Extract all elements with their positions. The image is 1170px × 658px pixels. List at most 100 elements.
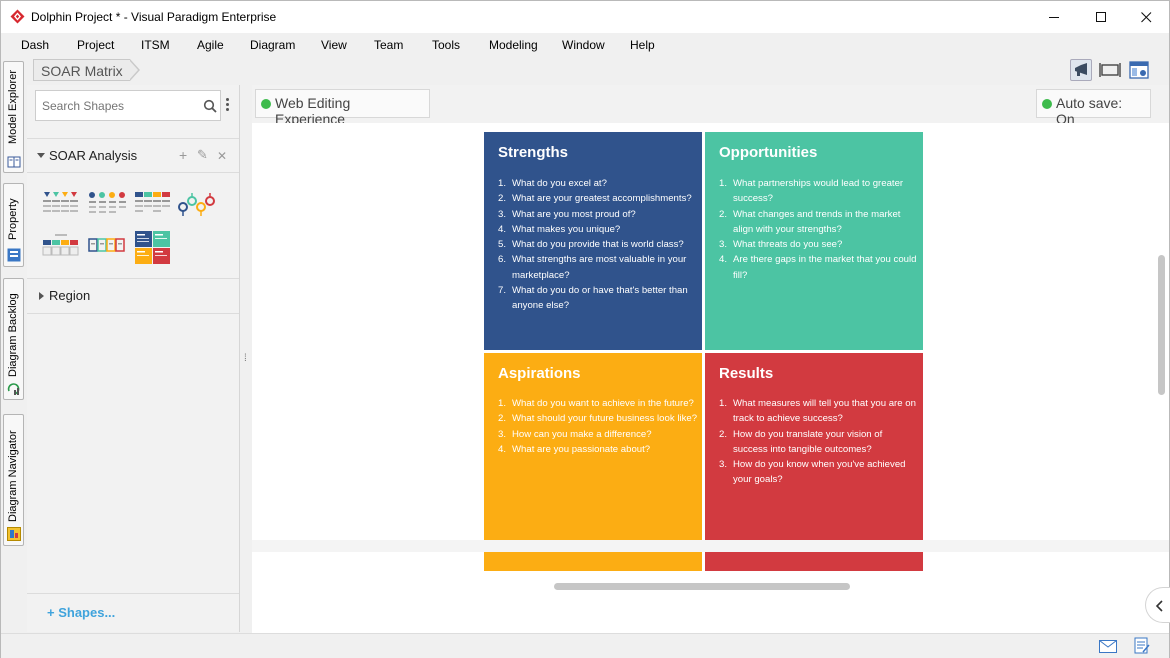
backlog-icon	[7, 383, 20, 395]
horizontal-scrollbar[interactable]	[554, 583, 850, 590]
menu-project[interactable]: Project	[77, 38, 114, 52]
remove-icon[interactable]: ✕	[217, 149, 227, 163]
list-item-text: Are there gaps in the market that you co…	[733, 254, 917, 281]
tab-model-explorer[interactable]: Model Explorer	[3, 61, 24, 173]
menu-agile[interactable]: Agile	[197, 38, 224, 52]
list-item-number: 2.	[719, 428, 728, 440]
list-item: 3. What are you most proud of?	[498, 207, 698, 222]
opportunities-title: Opportunities	[719, 144, 818, 161]
web-editing-tag[interactable]: Web Editing Experience	[255, 89, 430, 127]
diagram-toolbar	[1070, 59, 1160, 81]
menu-window[interactable]: Window	[562, 38, 605, 52]
list-item-text: What do you do or have that's better tha…	[512, 285, 688, 312]
strengths-quadrant[interactable]: Strengths 1. What do you excel at? 2. What …	[484, 132, 702, 350]
menu-team[interactable]: Team	[374, 38, 403, 52]
list-item-text: What threats do you see?	[733, 239, 843, 251]
menu-dash[interactable]: Dash	[21, 38, 49, 52]
title-bar: Dolphin Project * - Visual Paradigm Ente…	[1, 1, 1169, 33]
aspirations-quadrant[interactable]: Aspirations 1. What do you want to achiev…	[484, 353, 702, 571]
opportunities-quadrant[interactable]: Opportunities 1. What partnerships would …	[705, 132, 923, 350]
tab-diagram-backlog-label: Diagram Backlog	[7, 293, 19, 377]
chevron-right-icon[interactable]	[39, 292, 44, 300]
minimize-button[interactable]	[1031, 1, 1077, 33]
close-button[interactable]	[1123, 1, 1169, 33]
panel-layout-icon	[1129, 61, 1149, 79]
more-shapes-link[interactable]: + Shapes...	[47, 605, 115, 620]
menu-view[interactable]: View	[321, 38, 347, 52]
list-item-number: 7.	[498, 285, 507, 297]
soar-shape-2-icon[interactable]	[87, 189, 127, 219]
breadcrumb[interactable]: SOAR Matrix	[33, 59, 130, 81]
results-title: Results	[719, 365, 774, 382]
status-dot-icon	[261, 99, 271, 109]
panel-separator	[27, 313, 239, 314]
soar-shape-4-icon[interactable]	[177, 189, 217, 219]
navigator-icon	[7, 527, 21, 541]
list-item-number: 3.	[498, 428, 507, 440]
auto-save-tag[interactable]: Auto save: On	[1036, 89, 1151, 127]
list-item: 3. How can you make a difference?	[498, 427, 698, 442]
group-title: SOAR Analysis	[49, 148, 138, 163]
list-item: 4. What makes you unique?	[498, 222, 698, 237]
collapse-panel-button[interactable]	[1145, 587, 1170, 623]
aspirations-list: 1. What do you want to achieve in the fut…	[498, 396, 698, 457]
menu-diagram[interactable]: Diagram	[250, 38, 295, 52]
menu-tools[interactable]: Tools	[432, 38, 460, 52]
vertical-scrollbar[interactable]	[1158, 255, 1165, 395]
list-item-number: 3.	[719, 459, 728, 471]
list-item-text: What should your future business look li…	[512, 413, 698, 425]
soar-shape-1-icon[interactable]	[41, 189, 81, 219]
list-item-text: How do you translate your vision of succ…	[733, 428, 883, 455]
status-bar	[1, 633, 1169, 658]
list-item: 2. What should your future business look …	[498, 411, 698, 426]
property-icon	[7, 248, 21, 262]
fit-width-button[interactable]	[1099, 59, 1121, 81]
maximize-icon	[1095, 11, 1106, 22]
list-item-number: 6.	[498, 254, 507, 266]
search-icon[interactable]	[203, 99, 217, 113]
edit-icon[interactable]: ✎	[197, 147, 208, 163]
list-item: 3. What threats do you see?	[719, 237, 919, 252]
list-item: 1. What do you want to achieve in the fut…	[498, 396, 698, 411]
tab-diagram-navigator[interactable]: Diagram Navigator	[3, 414, 24, 546]
list-item-number: 1.	[719, 178, 728, 189]
breadcrumb-arrow-inner	[129, 60, 138, 80]
panel-layout-button[interactable]	[1128, 59, 1150, 81]
list-item-number: 2.	[719, 208, 728, 220]
breadcrumb-label: SOAR Matrix	[41, 63, 123, 79]
panel-splitter[interactable]: ⁞	[244, 353, 247, 365]
list-item: 7. What do you do or have that's better t…	[498, 283, 698, 314]
soar-shape-3-icon[interactable]	[133, 189, 173, 219]
list-item-number: 1.	[719, 398, 728, 409]
menu-modeling[interactable]: Modeling	[489, 38, 538, 52]
group-region[interactable]: Region	[27, 286, 239, 308]
chevron-down-icon[interactable]	[37, 153, 45, 158]
group-soar-analysis[interactable]: SOAR Analysis + ✎ ✕	[27, 138, 239, 172]
diagram-canvas[interactable]: Strengths 1. What do you excel at? 2. What …	[252, 123, 1157, 578]
more-vertical-icon[interactable]	[226, 98, 230, 114]
soar-matrix-shape-icon[interactable]	[131, 229, 173, 265]
tab-property[interactable]: Property	[3, 183, 24, 267]
vp-logo-icon	[10, 9, 25, 24]
soar-shape-6-icon[interactable]	[87, 231, 127, 261]
menu-help[interactable]: Help	[630, 38, 655, 52]
list-item-text: What do you want to achieve in the futur…	[512, 398, 694, 409]
region-title: Region	[49, 288, 91, 303]
results-quadrant[interactable]: Results 1. What measures will tell you th…	[705, 353, 923, 571]
list-item: 1. What partnerships would lead to greate…	[719, 176, 919, 207]
tab-diagram-backlog[interactable]: Diagram Backlog	[3, 278, 24, 400]
list-item-number: 3.	[498, 208, 507, 220]
maximize-button[interactable]	[1078, 1, 1124, 33]
list-item: 3. How do you know when you've achieved y…	[719, 457, 919, 488]
note-icon[interactable]	[1134, 637, 1150, 655]
mail-icon[interactable]	[1099, 640, 1117, 653]
list-item-text: What do you provide that is world class?	[512, 239, 684, 251]
search-input[interactable]	[42, 99, 192, 113]
megaphone-button[interactable]	[1070, 59, 1092, 81]
minimize-icon	[1048, 16, 1059, 18]
add-icon[interactable]: +	[179, 147, 187, 163]
panel-separator	[27, 278, 239, 279]
aspirations-title: Aspirations	[498, 365, 581, 382]
soar-shape-5-icon[interactable]	[41, 231, 81, 261]
menu-itsm[interactable]: ITSM	[141, 38, 170, 52]
